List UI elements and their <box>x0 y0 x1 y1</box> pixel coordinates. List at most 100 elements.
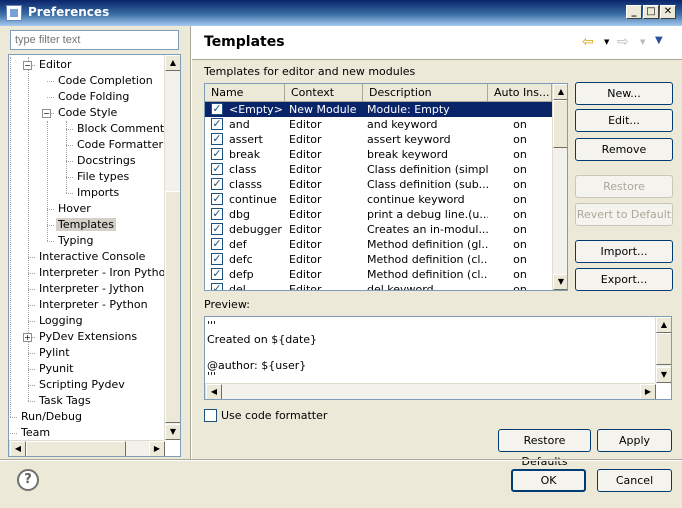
table-row[interactable]: ✓ break Editor break keyword on <box>205 147 552 162</box>
collapse-icon[interactable]: − <box>23 61 32 70</box>
tree-item[interactable]: Interpreter - Iron Python <box>37 265 174 281</box>
tree-item[interactable]: File types <box>75 169 131 185</box>
template-enabled-checkbox[interactable]: ✓ <box>211 238 223 250</box>
minimize-button[interactable]: _ <box>626 5 642 19</box>
template-enabled-checkbox[interactable]: ✓ <box>211 163 223 175</box>
table-row[interactable]: ✓ def Editor Method definition (gl... on <box>205 237 552 252</box>
cancel-button[interactable]: Cancel <box>597 469 672 492</box>
table-row[interactable]: ✓ defp Editor Method definition (cl... on <box>205 267 552 282</box>
revert-to-default-button[interactable]: Revert to Default <box>575 203 673 226</box>
tree-item[interactable]: Imports <box>75 185 121 201</box>
scroll-up-icon[interactable]: ▲ <box>165 55 180 71</box>
tree-item[interactable]: Pylint <box>37 345 72 361</box>
panel-divider[interactable] <box>190 26 192 459</box>
tree-item[interactable]: Typing <box>56 233 96 249</box>
new-template-button[interactable]: New... <box>575 82 673 105</box>
restore-removed-button[interactable]: Restore Removed <box>575 175 673 214</box>
scroll-left-icon[interactable]: ◀ <box>10 441 26 456</box>
edit-template-button[interactable]: Edit... <box>575 109 673 132</box>
tree-item[interactable]: PyDev Extensions <box>37 329 139 345</box>
table-vertical-scrollbar[interactable]: ▲ ▼ <box>552 84 567 290</box>
preview-scroll-thumb[interactable] <box>656 333 671 365</box>
column-header-name[interactable]: Name <box>205 84 285 102</box>
tree-vertical-scrollbar[interactable]: ▲ ▼ <box>164 55 180 440</box>
back-menu-chevron-icon[interactable]: ▼ <box>604 38 609 46</box>
remove-template-button[interactable]: Remove <box>575 138 673 161</box>
back-arrow-icon[interactable]: ⇦ <box>582 34 594 50</box>
table-row[interactable]: ✓ assert Editor assert keyword on <box>205 132 552 147</box>
table-scroll-up-icon[interactable]: ▲ <box>553 84 567 100</box>
template-enabled-checkbox[interactable]: ✓ <box>211 118 223 130</box>
table-row[interactable]: ✓ defc Editor Method definition (cl... on <box>205 252 552 267</box>
preview-scroll-up-icon[interactable]: ▲ <box>656 317 671 333</box>
preview-scroll-left-icon[interactable]: ◀ <box>206 384 222 399</box>
tree-item[interactable]: Task Tags <box>37 393 93 409</box>
table-row[interactable]: ✓ debugger Editor Creates an in-modul... on <box>205 222 552 237</box>
template-enabled-checkbox[interactable]: ✓ <box>211 133 223 145</box>
table-row[interactable]: ✓ and Editor and keyword on <box>205 117 552 132</box>
template-enabled-checkbox[interactable]: ✓ <box>211 103 223 115</box>
table-row[interactable]: ✓ <Empty> New Module Module: Empty <box>205 102 552 117</box>
ok-button[interactable]: OK <box>511 469 586 492</box>
template-enabled-checkbox[interactable]: ✓ <box>211 178 223 190</box>
forward-menu-chevron-icon[interactable]: ▼ <box>640 38 645 46</box>
view-menu-icon[interactable]: ▼ <box>655 35 663 46</box>
tree-item[interactable]: Code Folding <box>56 89 131 105</box>
scroll-down-icon[interactable]: ▼ <box>165 424 180 440</box>
column-header-auto-insert[interactable]: Auto Ins... <box>488 84 552 102</box>
template-enabled-checkbox[interactable]: ✓ <box>211 283 223 290</box>
preview-horizontal-scrollbar[interactable]: ◀ ▶ <box>205 383 656 399</box>
use-code-formatter-checkbox[interactable] <box>204 409 217 422</box>
tree-item[interactable]: Interpreter - Jython <box>37 281 146 297</box>
table-scroll-thumb[interactable] <box>553 100 567 148</box>
tree-item[interactable]: Team <box>19 425 52 441</box>
preview-vertical-scrollbar[interactable]: ▲ ▼ <box>655 317 671 383</box>
tree-item[interactable]: Editor <box>37 57 74 73</box>
tree-item[interactable]: Hover <box>56 201 93 217</box>
tree-item[interactable]: Scripting Pydev <box>37 377 127 393</box>
template-enabled-checkbox[interactable]: ✓ <box>211 268 223 280</box>
restore-defaults-button[interactable]: Restore Defaults <box>498 429 591 468</box>
template-enabled-checkbox[interactable]: ✓ <box>211 193 223 205</box>
tree-item[interactable]: Run/Debug <box>19 409 84 425</box>
tree-hscroll-thumb[interactable] <box>26 441 126 456</box>
tree-item[interactable]: Templates <box>56 217 116 233</box>
template-enabled-checkbox[interactable]: ✓ <box>211 253 223 265</box>
forward-arrow-icon[interactable]: ⇨ <box>617 34 629 50</box>
table-row[interactable]: ✓ del Editor del keyword on <box>205 282 552 290</box>
template-enabled-checkbox[interactable]: ✓ <box>211 208 223 220</box>
export-templates-button[interactable]: Export... <box>575 268 673 291</box>
tree-item[interactable]: Block Comments <box>75 121 172 137</box>
tree-item[interactable]: Pyunit <box>37 361 75 377</box>
use-code-formatter-label[interactable]: Use code formatter <box>221 409 327 422</box>
collapse-icon[interactable]: − <box>42 109 51 118</box>
tree-item[interactable]: Code Completion <box>56 73 155 89</box>
table-row[interactable]: ✓ class Editor Class definition (simple) on <box>205 162 552 177</box>
maximize-button[interactable]: □ <box>643 5 659 19</box>
tree-scroll-thumb[interactable] <box>165 191 180 423</box>
filter-input[interactable] <box>10 30 179 50</box>
column-header-context[interactable]: Context <box>285 84 363 102</box>
close-button[interactable]: ✕ <box>660 5 676 19</box>
template-enabled-checkbox[interactable]: ✓ <box>211 148 223 160</box>
expand-icon[interactable]: + <box>23 333 32 342</box>
scroll-right-icon[interactable]: ▶ <box>149 441 165 456</box>
tree-item[interactable]: Code Style <box>56 105 119 121</box>
import-templates-button[interactable]: Import... <box>575 240 673 263</box>
preview-scroll-right-icon[interactable]: ▶ <box>640 384 656 399</box>
table-scroll-down-icon[interactable]: ▼ <box>553 274 567 290</box>
tree-item[interactable]: Interpreter - Python <box>37 297 150 313</box>
table-row[interactable]: ✓ classs Editor Class definition (sub... on <box>205 177 552 192</box>
tree-item[interactable]: Docstrings <box>75 153 138 169</box>
table-row[interactable]: ✓ dbg Editor print a debug line.(u... on <box>205 207 552 222</box>
tree-item[interactable]: Logging <box>37 313 85 329</box>
template-enabled-checkbox[interactable]: ✓ <box>211 223 223 235</box>
column-header-description[interactable]: Description <box>363 84 488 102</box>
tree-item[interactable]: Interactive Console <box>37 249 147 265</box>
tree-item[interactable]: Code Formatter <box>75 137 165 153</box>
preview-scroll-down-icon[interactable]: ▼ <box>656 367 671 383</box>
tree-horizontal-scrollbar[interactable]: ◀ ▶ <box>9 440 165 456</box>
table-row[interactable]: ✓ continue Editor continue keyword on <box>205 192 552 207</box>
apply-button[interactable]: Apply <box>597 429 672 452</box>
preview-pane[interactable]: ''' Created on ${date} @author: ${user} … <box>204 316 672 400</box>
